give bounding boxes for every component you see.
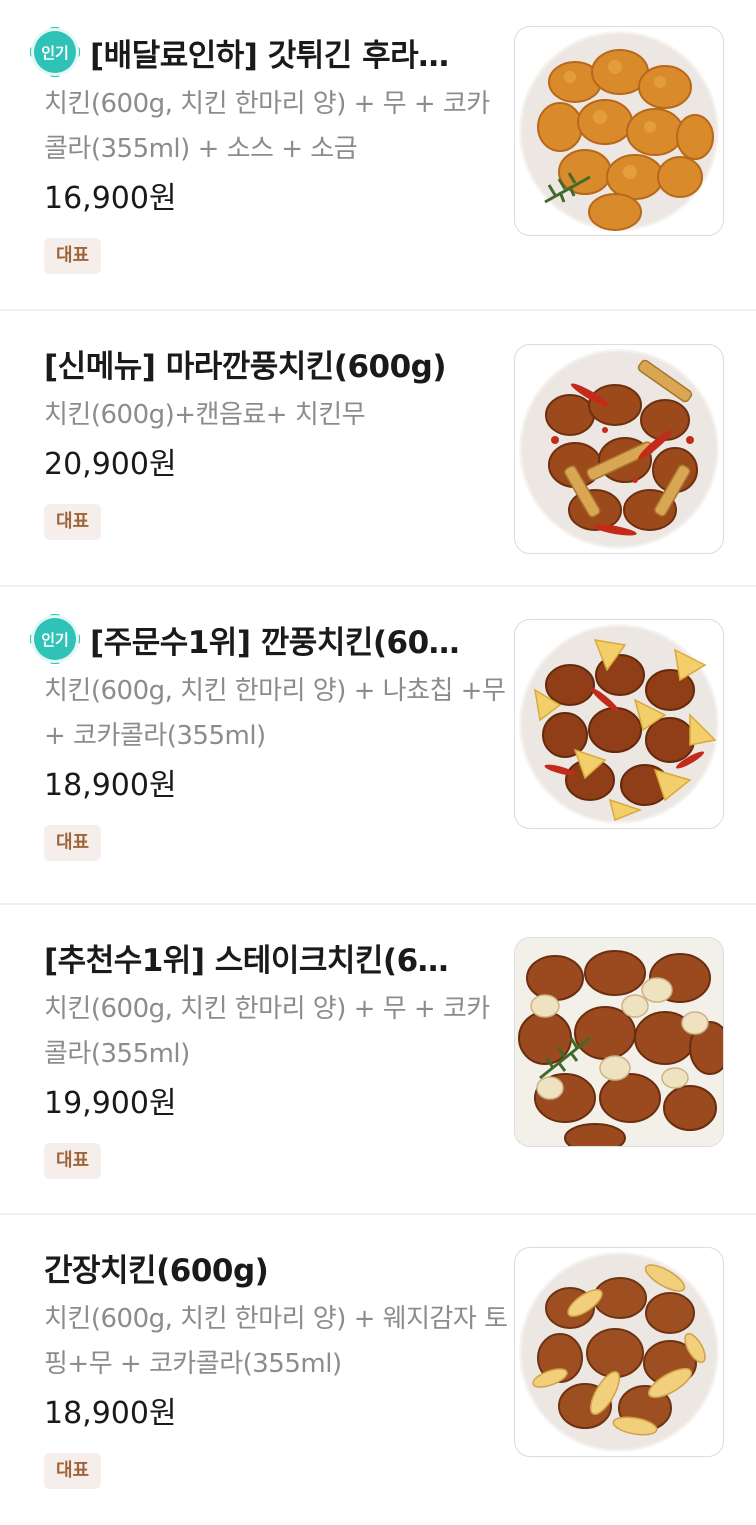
- representative-tag: 대표: [44, 238, 102, 274]
- menu-item-info: 인기 [주문수1위] 깐풍치킨(60… 치킨(600g, 치킨 한마리 양) +…: [30, 614, 506, 861]
- menu-item-price: 20,900원: [44, 447, 177, 482]
- menu-item-title: [신메뉴] 마라깐풍치킨(600g): [44, 348, 447, 385]
- menu-item-title: [주문수1위] 깐풍치킨(60…: [90, 624, 460, 661]
- menu-item-title-row: 인기 [주문수1위] 깐풍치킨(60…: [30, 614, 494, 664]
- menu-item-description: 치킨(600g, 치킨 한마리 양) + 웨지감자 토핑+무 + 코카콜라(35…: [44, 1304, 508, 1379]
- menu-item-info: 인기 [배달료인하] 갓튀긴 후라… 치킨(600g, 치킨 한마리 양) + …: [30, 27, 494, 274]
- menu-item-info: [신메뉴] 마라깐풍치킨(600g) 치킨(600g)+캔음료+ 치킨무 20,…: [44, 339, 494, 540]
- menu-item-mala-kkanpung[interactable]: [신메뉴] 마라깐풍치킨(600g) 치킨(600g)+캔음료+ 치킨무 20,…: [0, 311, 756, 587]
- menu-item-title: [추천수1위] 스테이크치킨(6…: [44, 942, 449, 979]
- chicken-illustration: [532, 1264, 706, 1436]
- representative-tag: 대표: [44, 825, 102, 861]
- menu-item-description: 치킨(600g, 치킨 한마리 양) + 나쵸칩 +무 + 코카콜라(355ml…: [44, 676, 506, 751]
- menu-item-description: 치킨(600g)+캔음료+ 치킨무: [44, 400, 366, 430]
- menu-item-steak-chicken[interactable]: [추천수1위] 스테이크치킨(6… 치킨(600g, 치킨 한마리 양) + 무…: [0, 905, 756, 1215]
- menu-item-fried-chicken[interactable]: 인기 [배달료인하] 갓튀긴 후라… 치킨(600g, 치킨 한마리 양) + …: [0, 0, 756, 311]
- menu-item-title: 간장치킨(600g): [44, 1252, 269, 1289]
- menu-item-price: 19,900원: [44, 1086, 177, 1121]
- popular-badge: 인기: [30, 27, 80, 77]
- chicken-illustration: [537, 49, 714, 231]
- menu-item-kkanpung[interactable]: 인기 [주문수1위] 깐풍치킨(60… 치킨(600g, 치킨 한마리 양) +…: [0, 587, 756, 905]
- steak-chicken-photo[interactable]: [514, 937, 724, 1147]
- menu-item-title: [배달료인하] 갓튀긴 후라…: [90, 37, 449, 74]
- menu-item-soy-chicken[interactable]: 간장치킨(600g) 치킨(600g, 치킨 한마리 양) + 웨지감자 토핑+…: [0, 1215, 756, 1525]
- kkanpung-chicken-photo[interactable]: [514, 619, 724, 829]
- menu-item-price: 18,900원: [44, 1396, 177, 1431]
- representative-tag: 대표: [44, 1143, 102, 1179]
- soy-chicken-photo[interactable]: [514, 1247, 724, 1457]
- menu-item-price: 18,900원: [44, 768, 177, 803]
- menu-item-info: [추천수1위] 스테이크치킨(6… 치킨(600g, 치킨 한마리 양) + 무…: [44, 933, 494, 1179]
- mala-kkanpung-chicken-photo[interactable]: [514, 344, 724, 554]
- chicken-illustration: [545, 359, 698, 536]
- popular-badge: 인기: [30, 614, 80, 664]
- menu-item-title-row: [신메뉴] 마라깐풍치킨(600g): [44, 339, 494, 387]
- chicken-illustration: [515, 938, 723, 1146]
- menu-item-price: 16,900원: [44, 181, 177, 216]
- representative-tag: 대표: [44, 1453, 102, 1489]
- fried-chicken-photo[interactable]: [514, 26, 724, 236]
- menu-item-title-row: 간장치킨(600g): [44, 1243, 494, 1291]
- menu-list: 인기 [배달료인하] 갓튀긴 후라… 치킨(600g, 치킨 한마리 양) + …: [0, 0, 756, 1525]
- menu-item-description: 치킨(600g, 치킨 한마리 양) + 무 + 코카콜라(355ml) + 소…: [44, 89, 490, 164]
- menu-item-info: 간장치킨(600g) 치킨(600g, 치킨 한마리 양) + 웨지감자 토핑+…: [44, 1243, 508, 1489]
- chicken-illustration: [533, 639, 717, 822]
- representative-tag: 대표: [44, 504, 102, 540]
- menu-item-title-row: [추천수1위] 스테이크치킨(6…: [44, 933, 494, 981]
- menu-item-title-row: 인기 [배달료인하] 갓튀긴 후라…: [30, 27, 494, 77]
- menu-item-description: 치킨(600g, 치킨 한마리 양) + 무 + 코카콜라(355ml): [44, 994, 490, 1069]
